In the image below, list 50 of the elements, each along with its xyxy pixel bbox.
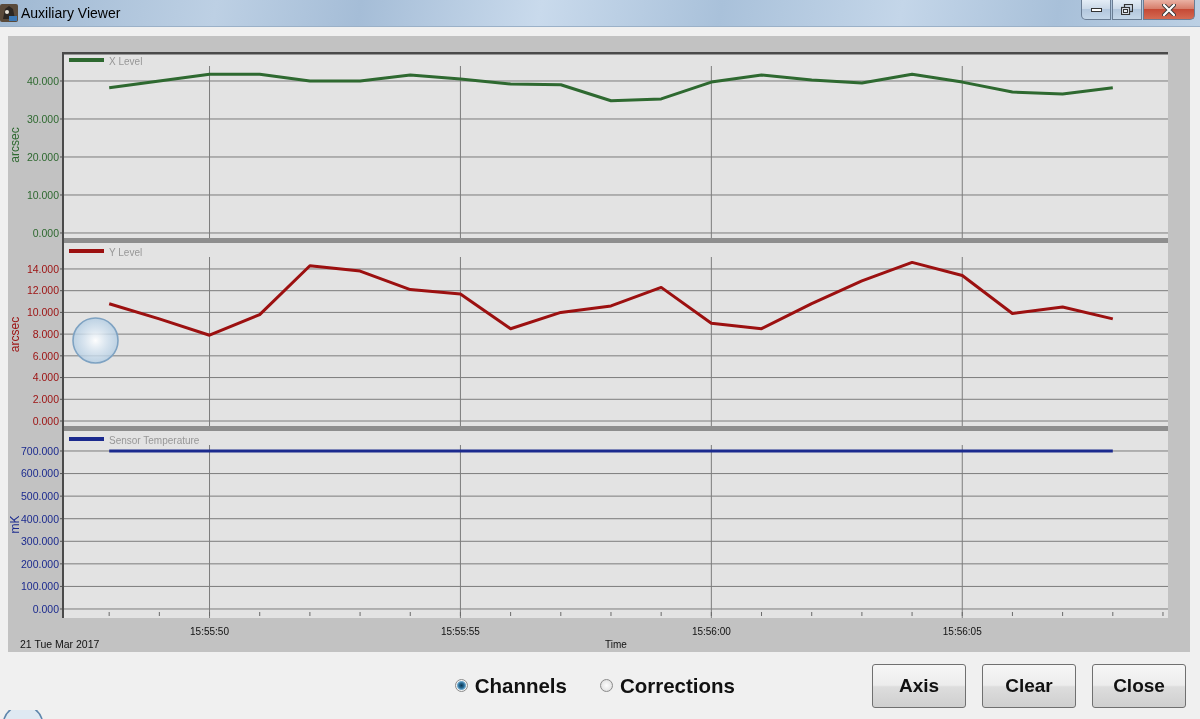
date-label: 21 Tue Mar 2017: [20, 638, 100, 650]
y-tick-label: 8.000: [32, 327, 59, 340]
y-axis-title: arcsec: [8, 316, 22, 353]
y-tick-label: 0.000: [32, 226, 59, 239]
y-tick-label: 10.000: [26, 306, 59, 319]
y-tick-label: 40.000: [26, 74, 59, 87]
app-icon: [0, 3, 18, 23]
y-tick-label: 500.000: [21, 489, 59, 502]
close-button[interactable]: [1143, 0, 1195, 20]
y-tick-label: 14.000: [26, 262, 59, 275]
legend-label: X Level: [109, 55, 143, 67]
y-tick-label: 0.000: [32, 414, 59, 427]
y-axis-title: mK: [8, 515, 22, 534]
restore-button[interactable]: [1112, 0, 1142, 20]
y-tick-label: 100.000: [21, 580, 59, 593]
legend-label: Sensor Temperature: [109, 434, 200, 446]
dialog-button[interactable]: Axis: [872, 663, 966, 708]
y-tick-label: 2.000: [32, 393, 59, 406]
close-icon: [1162, 3, 1176, 16]
radio-option[interactable]: Corrections: [599, 673, 735, 698]
y-axis-title: arcsec: [8, 127, 22, 163]
x-tick-label: 15:55:55: [440, 626, 480, 637]
restore-icon: [1121, 4, 1133, 15]
y-tick-label: 10.000: [26, 188, 59, 201]
y-tick-label: 4.000: [32, 371, 59, 384]
y-tick-label: 200.000: [21, 557, 59, 570]
touch-indicator-icon: [2, 710, 44, 719]
dialog-button[interactable]: Clear: [982, 663, 1076, 708]
minimize-icon: [1090, 7, 1102, 12]
y-tick-label: 600.000: [21, 467, 59, 480]
radio-option[interactable]: Channels: [454, 673, 567, 698]
y-tick-label: 700.000: [21, 444, 59, 457]
y-tick-label: 6.000: [32, 349, 59, 362]
minimize-button[interactable]: [1081, 0, 1111, 20]
dialog-button[interactable]: Close: [1092, 663, 1186, 708]
y-tick-label: 30.000: [26, 112, 59, 125]
y-tick-label: 20.000: [26, 150, 59, 163]
legend-label: Y Level: [109, 246, 143, 258]
window-title: Auxiliary Viewer: [21, 5, 121, 21]
x-tick-label: 15:56:05: [942, 626, 982, 637]
y-tick-label: 400.000: [21, 512, 59, 525]
x-tick-label: 15:55:50: [190, 626, 229, 637]
y-tick-label: 300.000: [21, 535, 59, 548]
y-tick-label: 12.000: [26, 284, 59, 297]
y-tick-label: 0.000: [32, 602, 59, 615]
x-tick-label: 15:56:00: [691, 626, 731, 637]
touch-indicator-icon: [72, 317, 119, 364]
radio-button[interactable]: [454, 679, 468, 692]
radio-button[interactable]: [599, 679, 613, 692]
x-axis-title: Time: [605, 639, 627, 650]
